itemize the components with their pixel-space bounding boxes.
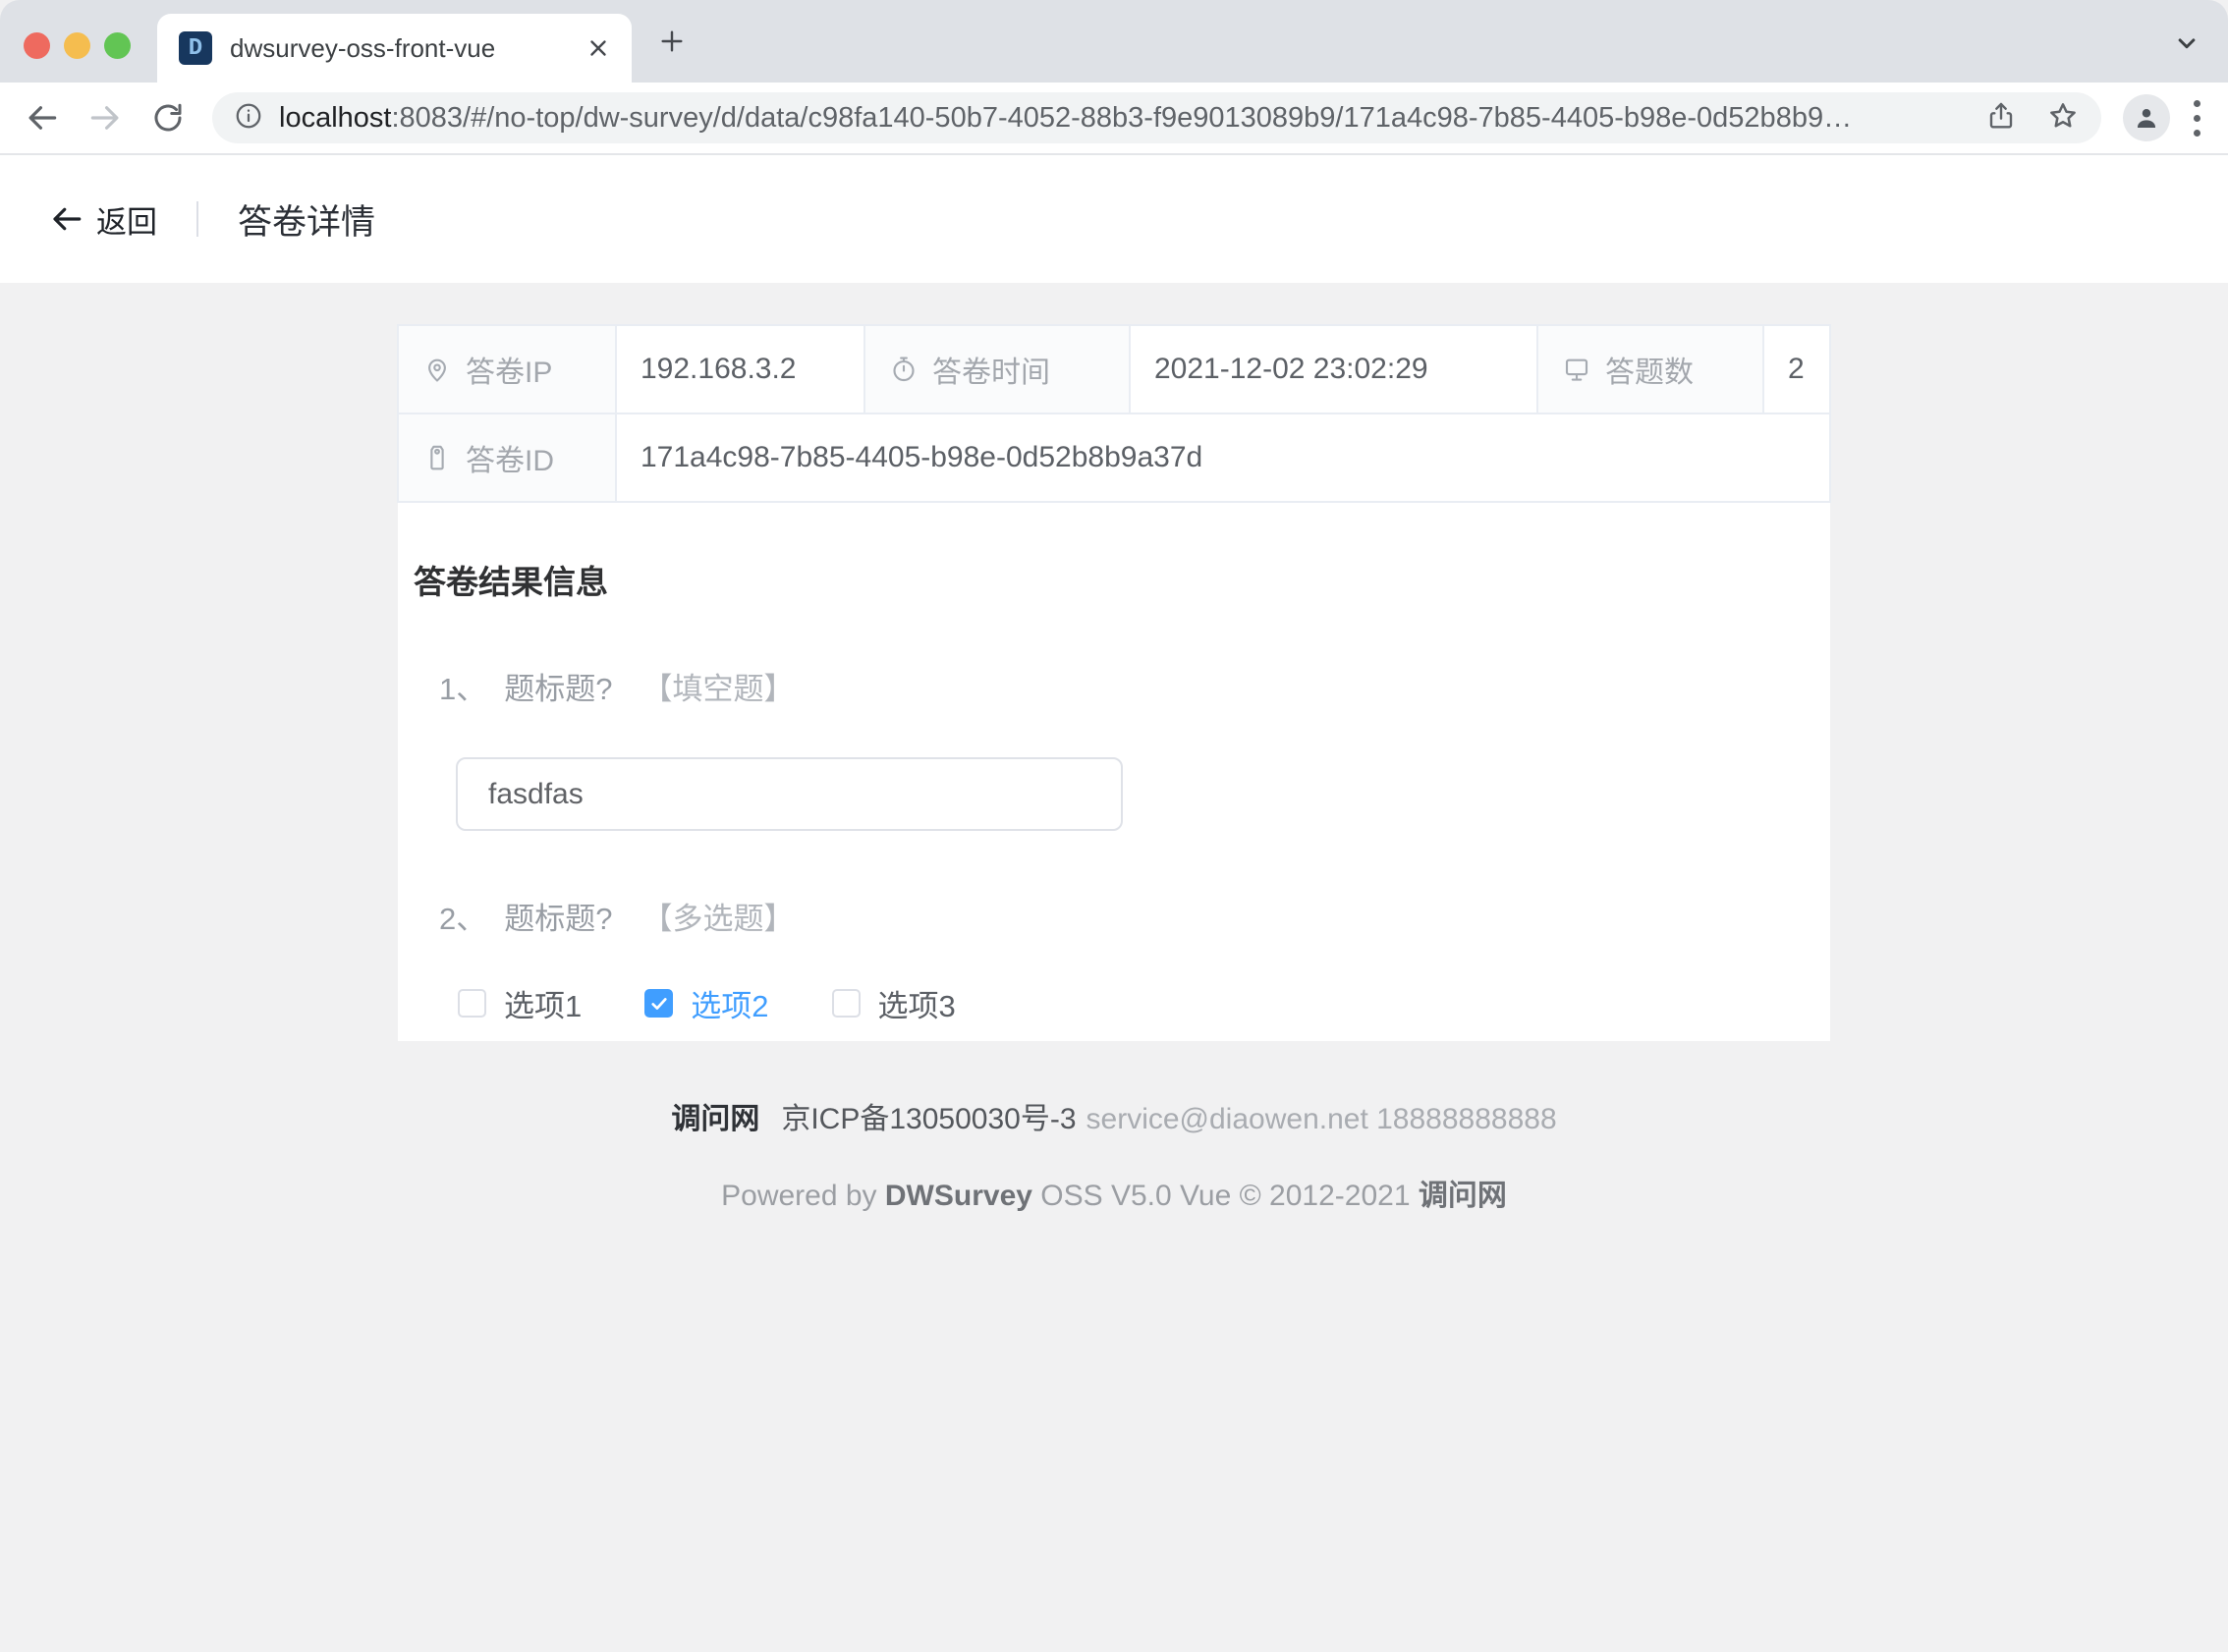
footer-line-1: 调问网京ICP备13050030号-3 service@diaowen.net 1… xyxy=(0,1094,2228,1137)
bookmark-star-icon[interactable] xyxy=(2046,99,2080,138)
back-label: 返回 xyxy=(96,197,157,242)
browser-toolbar: localhost:8083/#/no-top/dw-survey/d/data… xyxy=(0,83,2228,155)
tab-close-icon[interactable] xyxy=(583,32,614,64)
powered-brand: DWSurvey xyxy=(885,1180,1032,1212)
tag-icon xyxy=(422,443,452,472)
zoom-window-button[interactable] xyxy=(104,32,131,59)
page-header: 返回 答卷详情 xyxy=(0,155,2228,283)
question-2-title: 2、 题标题? 【多选题】 xyxy=(439,894,1830,938)
tab-strip: D dwsurvey-oss-front-vue xyxy=(0,0,2228,83)
monitor-icon xyxy=(1562,355,1591,384)
checkbox-option-3[interactable]: 选项3 xyxy=(832,981,956,1025)
share-icon[interactable] xyxy=(1985,100,2017,137)
checkbox-option-1[interactable]: 选项1 xyxy=(458,981,582,1025)
back-arrow-icon xyxy=(49,201,84,237)
back-nav-icon[interactable] xyxy=(24,99,61,137)
checkbox-checked-icon[interactable] xyxy=(644,989,673,1018)
results-heading: 答卷结果信息 xyxy=(414,556,1830,603)
page-title: 答卷详情 xyxy=(238,194,375,245)
profile-avatar[interactable] xyxy=(2123,94,2170,141)
answer-result-card: 答卷结果信息 1、 题标题? 【填空题】 2、 题标题? 【多选题】 选项1 xyxy=(398,503,1830,1041)
header-divider xyxy=(196,201,198,237)
location-icon xyxy=(422,355,452,384)
table-row: 答卷IP 192.168.3.2 答卷时间 2021-12-02 23:02:2… xyxy=(398,325,1830,413)
address-bar[interactable]: localhost:8083/#/no-top/dw-survey/d/data… xyxy=(212,92,2101,143)
answer-meta-table: 答卷IP 192.168.3.2 答卷时间 2021-12-02 23:02:2… xyxy=(397,324,1831,503)
checkbox-unchecked-icon[interactable] xyxy=(458,989,486,1018)
ip-label-cell: 答卷IP xyxy=(398,325,616,413)
ip-value-cell: 192.168.3.2 xyxy=(616,325,864,413)
id-value-cell: 171a4c98-7b85-4405-b98e-0d52b8b9a37d xyxy=(616,413,1830,502)
question-1-type: 【填空题】 xyxy=(642,664,795,708)
table-row: 答卷ID 171a4c98-7b85-4405-b98e-0d52b8b9a37… xyxy=(398,413,1830,502)
forward-nav-icon[interactable] xyxy=(86,99,124,137)
url-text[interactable]: localhost:8083/#/no-top/dw-survey/d/data… xyxy=(279,102,1966,135)
tab-title: dwsurvey-oss-front-vue xyxy=(230,33,495,64)
site-info-icon[interactable] xyxy=(234,101,263,136)
question-2-type: 【多选题】 xyxy=(642,894,795,938)
main-content: 答卷IP 192.168.3.2 答卷时间 2021-12-02 23:02:2… xyxy=(0,283,2228,1214)
powered-middle: OSS V5.0 Vue © 2012-2021 xyxy=(1032,1180,1419,1212)
question-2-text: 题标题? xyxy=(504,894,612,938)
footer-contact: service@diaowen.net 18888888888 xyxy=(1086,1103,1557,1135)
checkbox-group: 选项1 选项2 选项3 xyxy=(458,981,1830,1025)
checkbox-option-2[interactable]: 选项2 xyxy=(644,981,768,1025)
count-value-cell: 2 xyxy=(1763,325,1830,413)
back-button[interactable]: 返回 xyxy=(49,197,157,242)
time-value-cell: 2021-12-02 23:02:29 xyxy=(1130,325,1537,413)
traffic-lights xyxy=(24,32,131,59)
url-path: :8083/#/no-top/dw-survey/d/data/c98fa140… xyxy=(391,102,1852,134)
powered-prefix: Powered by xyxy=(721,1180,885,1212)
question-1-title: 1、 题标题? 【填空题】 xyxy=(439,664,1830,708)
url-host: localhost xyxy=(279,102,391,134)
timer-icon xyxy=(889,355,919,384)
checkbox-unchecked-icon[interactable] xyxy=(832,989,861,1018)
count-label-cell: 答题数 xyxy=(1537,325,1763,413)
minimize-window-button[interactable] xyxy=(64,32,90,59)
browser-window: D dwsurvey-oss-front-vue localhost:8 xyxy=(0,0,2228,1652)
question-1-text: 题标题? xyxy=(504,664,612,708)
chevron-down-icon[interactable] xyxy=(2171,28,2202,59)
close-window-button[interactable] xyxy=(24,32,50,59)
browser-menu-icon[interactable] xyxy=(2194,100,2200,137)
new-tab-button[interactable] xyxy=(654,24,690,59)
question-1-number: 1、 xyxy=(439,664,486,708)
tab-favicon-icon: D xyxy=(179,31,212,65)
footer-line-2: Powered by DWSurvey OSS V5.0 Vue © 2012-… xyxy=(0,1171,2228,1214)
id-label-cell: 答卷ID xyxy=(398,413,616,502)
reload-icon[interactable] xyxy=(149,99,187,137)
browser-tab[interactable]: D dwsurvey-oss-front-vue xyxy=(157,14,632,83)
footer-icp[interactable]: 京ICP备13050030号-3 xyxy=(781,1103,1076,1135)
time-label-cell: 答卷时间 xyxy=(864,325,1130,413)
fill-blank-answer-input[interactable] xyxy=(456,757,1123,831)
question-2-number: 2、 xyxy=(439,894,486,938)
powered-suffix: 调问网 xyxy=(1419,1180,1507,1212)
footer-brand: 调问网 xyxy=(671,1103,759,1135)
